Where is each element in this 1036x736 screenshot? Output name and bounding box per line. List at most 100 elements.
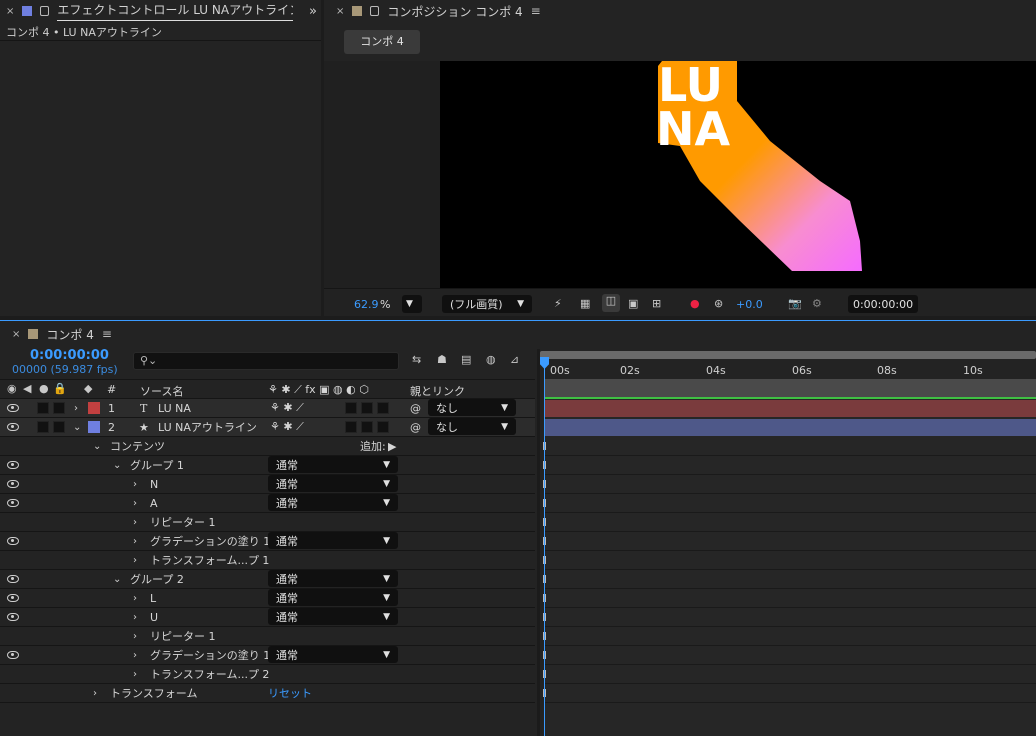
property-row[interactable]: › A 通常 ▼ <box>0 494 535 513</box>
pickwhip-icon[interactable]: @ <box>410 402 421 415</box>
property-row[interactable]: › U 通常 ▼ <box>0 608 535 627</box>
property-row[interactable]: › N 通常 ▼ <box>0 475 535 494</box>
chevron-right-icon[interactable]: › <box>133 631 137 642</box>
eye-icon[interactable] <box>7 499 19 507</box>
property-name[interactable]: N <box>150 478 158 491</box>
chevron-down-icon[interactable]: ⌄ <box>113 574 121 585</box>
chevron-right-icon[interactable]: › <box>133 612 137 623</box>
chevron-right-icon[interactable]: › <box>93 688 97 699</box>
parent-dropdown[interactable]: なし ▼ <box>428 399 516 416</box>
blend-mode-dropdown[interactable]: 通常 ▼ <box>268 646 398 663</box>
layer-label-color[interactable] <box>88 421 100 433</box>
property-name[interactable]: トランスフォーム...プ 1 <box>150 552 269 568</box>
source-name-header[interactable]: ソース名 <box>140 383 183 399</box>
chevron-right-icon[interactable]: › <box>133 498 137 509</box>
property-row[interactable]: › L 通常 ▼ <box>0 589 535 608</box>
close-icon[interactable]: × <box>6 6 14 17</box>
grid-guides-icon[interactable]: ⊞ <box>652 297 661 310</box>
eye-icon[interactable] <box>7 537 19 545</box>
layer-name[interactable]: LU NAアウトライン <box>158 419 257 435</box>
composition-flowchart-icon[interactable]: ⇆ <box>412 353 421 366</box>
group-row[interactable]: ⌄ グループ 1 通常 ▼ <box>0 456 535 475</box>
mask-visibility-icon[interactable]: ◫ <box>602 294 620 312</box>
switch-box[interactable] <box>345 402 357 414</box>
property-name[interactable]: L <box>150 592 156 605</box>
chevron-right-icon[interactable]: › <box>133 650 137 661</box>
parent-dropdown[interactable]: なし ▼ <box>428 418 516 435</box>
lock-icon[interactable] <box>40 6 50 16</box>
chevron-right-icon[interactable]: › <box>133 555 137 566</box>
property-row[interactable]: › トランスフォーム...プ 2 <box>0 665 535 684</box>
chevron-right-icon[interactable]: › <box>133 536 137 547</box>
add-label[interactable]: 追加: <box>360 438 386 454</box>
blend-mode-dropdown[interactable]: 通常 ▼ <box>268 608 398 625</box>
overflow-icon[interactable]: » <box>309 4 317 19</box>
property-row[interactable]: › トランスフォーム...プ 1 <box>0 551 535 570</box>
zoom-value[interactable]: 62.9 <box>354 298 379 311</box>
switch-box[interactable] <box>361 402 373 414</box>
comp-viewer[interactable]: LU NA <box>440 61 1036 288</box>
blend-mode-dropdown[interactable]: 通常 ▼ <box>268 570 398 587</box>
layer-switches[interactable]: ⚘ ✱ ⟋ <box>270 401 304 415</box>
group-row[interactable]: ⌄ グループ 2 通常 ▼ <box>0 570 535 589</box>
property-name[interactable]: トランスフォーム...プ 2 <box>150 666 269 682</box>
show-snapshot-icon[interactable]: ⚙ <box>812 297 822 310</box>
time-ruler[interactable]: 00s 02s 04s 06s 08s 10s <box>540 349 1036 399</box>
chevron-down-icon[interactable]: ⌄ <box>113 460 121 471</box>
switch-box[interactable] <box>377 421 389 433</box>
layer-row-1[interactable]: › 1 T LU NA ⚘ ✱ ⟋ @ なし ▼ <box>0 399 535 418</box>
switch-box[interactable] <box>377 402 389 414</box>
group-name[interactable]: グループ 1 <box>130 457 184 473</box>
property-name[interactable]: リピーター 1 <box>150 514 216 530</box>
property-name[interactable]: グラデーションの塗り 1 <box>150 647 270 663</box>
group-name[interactable]: グループ 2 <box>130 571 184 587</box>
eye-icon[interactable] <box>7 461 19 469</box>
current-time[interactable]: 0:00:00:00 <box>30 348 109 363</box>
region-of-interest-icon[interactable]: ▣ <box>628 297 638 310</box>
layer-switches[interactable]: ⚘ ✱ ⟋ <box>270 420 304 434</box>
parent-link-header[interactable]: 親とリンク <box>410 383 465 399</box>
shy-layers-icon[interactable]: ☗ <box>437 353 447 366</box>
lock-toggle[interactable] <box>53 421 65 433</box>
graph-editor-icon[interactable]: ⊿ <box>510 353 519 366</box>
blend-mode-dropdown[interactable]: 通常 ▼ <box>268 589 398 606</box>
chevron-right-icon[interactable]: › <box>133 593 137 604</box>
property-row[interactable]: › リピーター 1 <box>0 513 535 532</box>
chevron-right-icon[interactable]: › <box>133 479 137 490</box>
switch-box[interactable] <box>345 421 357 433</box>
solo-toggle[interactable] <box>37 421 49 433</box>
blend-mode-dropdown[interactable]: 通常 ▼ <box>268 475 398 492</box>
eye-icon[interactable] <box>7 651 19 659</box>
lock-icon[interactable] <box>370 6 380 16</box>
eye-icon[interactable] <box>7 404 19 412</box>
layer-label-color[interactable] <box>88 402 100 414</box>
layer-bar-2[interactable] <box>545 419 1036 436</box>
snapshot-icon[interactable]: 📷 <box>788 297 802 310</box>
timeline-tab[interactable]: コンポ 4 <box>46 326 93 343</box>
search-input[interactable]: ⚲⌄ <box>133 352 399 370</box>
color-channels-icon[interactable]: ● <box>690 297 700 310</box>
chevron-down-icon[interactable]: ⌄ <box>93 441 101 452</box>
blend-mode-dropdown[interactable]: 通常 ▼ <box>268 532 398 549</box>
layer-name[interactable]: LU NA <box>158 402 191 415</box>
comp-name-tab[interactable]: コンポ 4 <box>344 30 420 54</box>
property-name[interactable]: リピーター 1 <box>150 628 216 644</box>
zoom-dropdown[interactable]: ▼ <box>402 295 422 313</box>
lock-toggle[interactable] <box>53 402 65 414</box>
composition-tab[interactable]: コンポジション コンポ 4 <box>387 3 522 20</box>
property-row[interactable]: › グラデーションの塗り 1 通常 ▼ <box>0 532 535 551</box>
panel-menu-icon[interactable]: ≡ <box>531 4 541 18</box>
add-menu-icon[interactable]: ▶ <box>388 440 396 453</box>
frame-blending-icon[interactable]: ▤ <box>461 353 471 366</box>
fast-preview-icon[interactable]: ⚡ <box>554 297 562 310</box>
pickwhip-icon[interactable]: @ <box>410 421 421 434</box>
viewer-timecode[interactable]: 0:00:00:00 <box>848 295 918 313</box>
color-management-icon[interactable]: ⊛ <box>714 297 723 310</box>
transform-label[interactable]: トランスフォーム <box>110 685 197 701</box>
eye-icon[interactable] <box>7 575 19 583</box>
blend-mode-dropdown[interactable]: 通常 ▼ <box>268 456 398 473</box>
contents-row[interactable]: ⌄ コンテンツ 追加: ▶ <box>0 437 535 456</box>
property-row[interactable]: › リピーター 1 <box>0 627 535 646</box>
transparency-grid-icon[interactable]: ▦ <box>580 297 590 310</box>
layer-row-2[interactable]: ⌄ 2 ★ LU NAアウトライン ⚘ ✱ ⟋ @ なし ▼ <box>0 418 535 437</box>
